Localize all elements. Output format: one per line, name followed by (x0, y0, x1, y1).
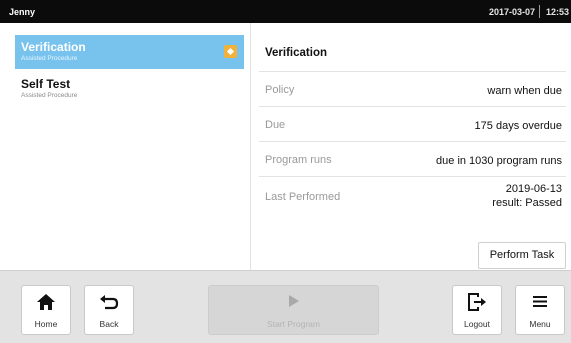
row-key: Program runs (265, 154, 332, 166)
row-value: 175 days overdue (474, 120, 562, 132)
menu-button[interactable]: Menu (515, 285, 565, 335)
row-value: warn when due (487, 85, 562, 97)
logout-label: Logout (464, 319, 490, 329)
row-key: Last Performed (265, 191, 341, 203)
procedure-title: Self Test (21, 77, 71, 91)
logout-icon (453, 293, 501, 316)
detail-heading: Verification (265, 47, 327, 59)
row-key: Due (265, 119, 286, 131)
start-program-button[interactable]: Start Program (208, 285, 379, 335)
play-icon (209, 293, 378, 314)
row-value: due in 1030 program runs (436, 155, 562, 167)
procedure-subtitle: Assisted Procedure (21, 92, 78, 99)
procedure-list: Verification Assisted Procedure Self Tes… (0, 23, 251, 270)
perform-task-button[interactable]: Perform Task (478, 242, 566, 269)
procedure-item-self-test[interactable]: Self Test Assisted Procedure (15, 72, 244, 106)
row-value-result: result: Passed (492, 197, 562, 209)
procedure-subtitle: Assisted Procedure (21, 55, 78, 62)
row-key: Policy (265, 84, 295, 96)
detail-row-program-runs: Program runs due in 1030 program runs (259, 141, 566, 176)
row-value-date: 2019-06-13 (505, 183, 562, 195)
home-label: Home (34, 319, 58, 329)
current-date: 2017-03-07 (488, 7, 535, 17)
status-separator (539, 5, 540, 18)
current-time: 12:53 (545, 7, 569, 17)
procedure-item-verification[interactable]: Verification Assisted Procedure (15, 35, 244, 69)
back-button[interactable]: Back (84, 285, 134, 335)
home-icon (22, 293, 70, 316)
logout-button[interactable]: Logout (452, 285, 502, 335)
menu-label: Menu (529, 319, 551, 329)
user-name: Jenny (9, 7, 36, 17)
procedure-detail-panel: Verification Policy warn when due Due 17… (252, 23, 571, 270)
status-bar: Jenny 2017-03-07 12:53 (0, 0, 571, 23)
bottom-toolbar: Home Back Start Program Logout Menu (0, 270, 571, 343)
home-button[interactable]: Home (21, 285, 71, 335)
back-label: Back (99, 319, 119, 329)
procedure-title: Verification (21, 40, 86, 54)
detail-row-last-performed: Last Performed 2019-06-13 result: Passed (259, 176, 566, 216)
start-program-label: Start Program (267, 319, 320, 329)
detail-row-due: Due 175 days overdue (259, 106, 566, 141)
warning-diamond-icon (224, 45, 237, 58)
hamburger-menu-icon (516, 293, 564, 314)
detail-row-policy: Policy warn when due (259, 71, 566, 106)
back-arrow-icon (85, 293, 133, 316)
